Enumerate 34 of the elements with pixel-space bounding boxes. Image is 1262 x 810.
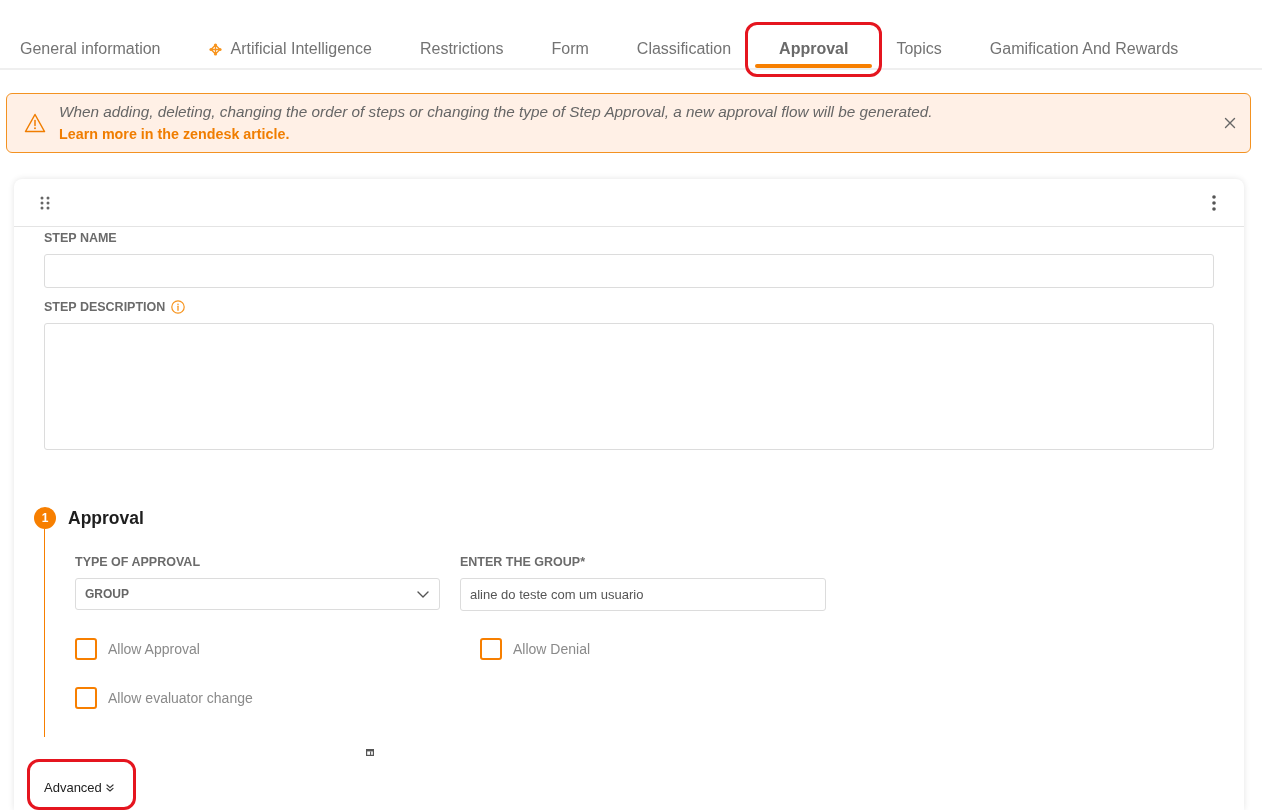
more-options-icon[interactable] (1212, 194, 1216, 211)
double-chevron-down-icon (105, 784, 114, 792)
tab[interactable]: Form (527, 32, 613, 68)
checkbox-label: Allow evaluator change (108, 689, 253, 707)
drag-handle-icon[interactable] (40, 195, 50, 210)
info-icon[interactable] (171, 300, 186, 314)
checkbox-label: Allow Approval (108, 640, 200, 658)
tab[interactable]: Approval (755, 32, 873, 68)
window-icon (366, 749, 374, 756)
checkbox[interactable] (75, 687, 97, 709)
chevron-down-icon (417, 590, 429, 598)
text-input[interactable] (44, 254, 1214, 288)
alert-message: When adding, deleting, changing the order of steps or changing the type of Step Approval, a new approval flow will be generated. (59, 102, 933, 122)
field-label: STEP DESCRIPTION (44, 299, 166, 315)
checkbox[interactable] (75, 638, 97, 660)
warning-icon (24, 113, 46, 133)
section-title: Approval (68, 507, 144, 529)
field-label: ENTER THE GROUP* (460, 554, 585, 570)
step-number: 1 (34, 507, 56, 529)
select-field[interactable]: GROUP (75, 578, 440, 610)
close-icon[interactable] (1224, 117, 1236, 129)
advanced-button[interactable]: Advanced (44, 776, 114, 800)
network-icon (208, 42, 222, 56)
checkbox[interactable] (480, 638, 502, 660)
tab[interactable]: Gamification And Rewards (965, 32, 1203, 68)
tab[interactable]: Topics (872, 32, 966, 68)
checkbox-label: Allow Denial (513, 640, 591, 658)
tab[interactable]: General information (0, 32, 185, 68)
field-label: STEP NAME (44, 230, 117, 246)
field-label: TYPE OF APPROVAL (75, 554, 200, 570)
tab[interactable]: Restrictions (395, 32, 528, 68)
tab[interactable]: Artificial Intelligence (184, 32, 396, 68)
text-input[interactable]: aline do teste com um usuario (460, 578, 826, 611)
tab[interactable]: Classification (612, 32, 756, 68)
